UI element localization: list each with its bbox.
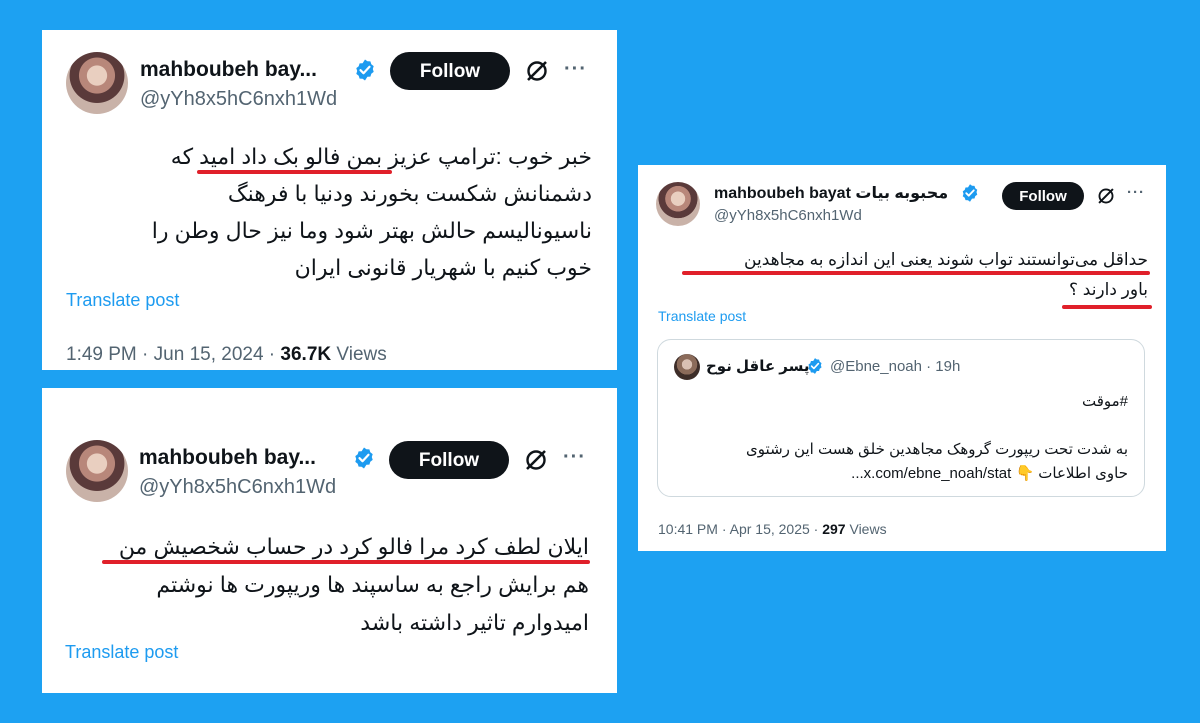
author-name[interactable]: mahboubeh bayat محبوبه بیات [714, 183, 948, 203]
avatar[interactable] [66, 440, 128, 502]
translate-post-link[interactable]: Translate post [658, 308, 746, 324]
quoted-author-handle[interactable]: @Ebne_noah · 19h [830, 358, 960, 375]
author-name[interactable]: mahboubeh bay... [140, 58, 317, 82]
tweet-meta: 1:49 PM · Jun 15, 2024 · 36.7K Views [66, 344, 387, 365]
author-handle[interactable]: @yYh8x5hC6nxh1Wd [140, 88, 337, 111]
grok-icon[interactable] [523, 447, 549, 473]
tweet-body: خبر خوب :ترامپ عزیز بمن فالو بک داد امید… [152, 138, 592, 286]
more-options-icon[interactable]: ··· [563, 446, 586, 469]
views-count: 36.7K [280, 344, 332, 365]
verified-badge-icon [355, 447, 373, 469]
tweet-meta: 10:41 PM · Apr 15, 2025 · 297 Views [658, 521, 887, 537]
avatar[interactable] [656, 182, 700, 226]
highlight-underline [102, 560, 590, 564]
tweet-date[interactable]: Apr 15, 2025 [730, 521, 810, 537]
author-handle[interactable]: @yYh8x5hC6nxh1Wd [139, 476, 336, 499]
quoted-author-name[interactable]: پسر عاقل نوح [706, 357, 810, 375]
translate-post-link[interactable]: Translate post [66, 290, 179, 311]
follow-button[interactable]: Follow [390, 52, 510, 90]
more-options-icon[interactable]: ··· [1127, 184, 1145, 201]
more-options-icon[interactable]: ··· [564, 58, 587, 81]
verified-badge-icon [356, 59, 374, 81]
tweet-card-1: mahboubeh bay... @yYh8x5hC6nxh1Wd Follow… [42, 30, 617, 370]
verified-badge-icon [962, 184, 978, 202]
tweet-time[interactable]: 10:41 PM [658, 521, 718, 537]
tweet-card-2: mahboubeh bay... @yYh8x5hC6nxh1Wd Follow… [42, 388, 617, 693]
avatar[interactable] [66, 52, 128, 114]
quoted-text-line: حاوی اطلاعات 👇 x.com/ebne_noah/stat... [851, 465, 1128, 482]
tweet-line: خوب کنیم با شهریار قانونی ایران [294, 255, 592, 280]
tweet-line: دشمنانش شکست بخورند ودنیا با فرهنگ [227, 181, 592, 206]
tweet-body: حداقل می‌توانستند تواب شوند یعنی این اند… [744, 245, 1148, 305]
tweet-time[interactable]: 1:49 PM [66, 344, 137, 365]
grok-icon[interactable] [524, 58, 550, 84]
author-name[interactable]: mahboubeh bay... [139, 446, 316, 470]
grok-icon[interactable] [1096, 186, 1116, 206]
views-count: 297 [822, 521, 846, 537]
highlight-underline [197, 170, 392, 174]
author-handle[interactable]: @yYh8x5hC6nxh1Wd [714, 207, 862, 224]
follow-button[interactable]: Follow [1002, 182, 1084, 210]
views-label: Views [849, 521, 887, 537]
tweet-line: هم برایش راجع به ساسپند ها وریپورت ها نو… [156, 572, 589, 597]
avatar[interactable] [674, 354, 700, 380]
verified-badge-icon [808, 358, 822, 374]
tweet-line: امیدوارم تاثیر داشته باشد [360, 610, 589, 635]
highlight-underline [1062, 305, 1152, 309]
translate-post-link[interactable]: Translate post [65, 642, 178, 663]
follow-button[interactable]: Follow [389, 441, 509, 479]
tweet-body: ایلان لطف کرد مرا فالو کرد در حساب شخصیش… [119, 528, 589, 642]
quoted-text-line: به شدت تحت ریپورت گروهک مجاهدین خلق هست … [746, 441, 1128, 458]
quoted-hashtag[interactable]: #موقت [1082, 392, 1128, 410]
tweet-card-3: mahboubeh bayat محبوبه بیات @yYh8x5hC6nx… [638, 165, 1166, 551]
tweet-line: ناسیونالیسم حالش بهتر شود وما نیز حال وط… [151, 218, 592, 243]
highlight-underline [682, 271, 1150, 275]
tweet-line: باور دارند ؟ [1069, 280, 1148, 299]
views-label: Views [336, 344, 387, 365]
tweet-date[interactable]: Jun 15, 2024 [154, 344, 264, 365]
quoted-tweet[interactable]: پسر عاقل نوح @Ebne_noah · 19h #موقت به ش… [657, 339, 1145, 497]
